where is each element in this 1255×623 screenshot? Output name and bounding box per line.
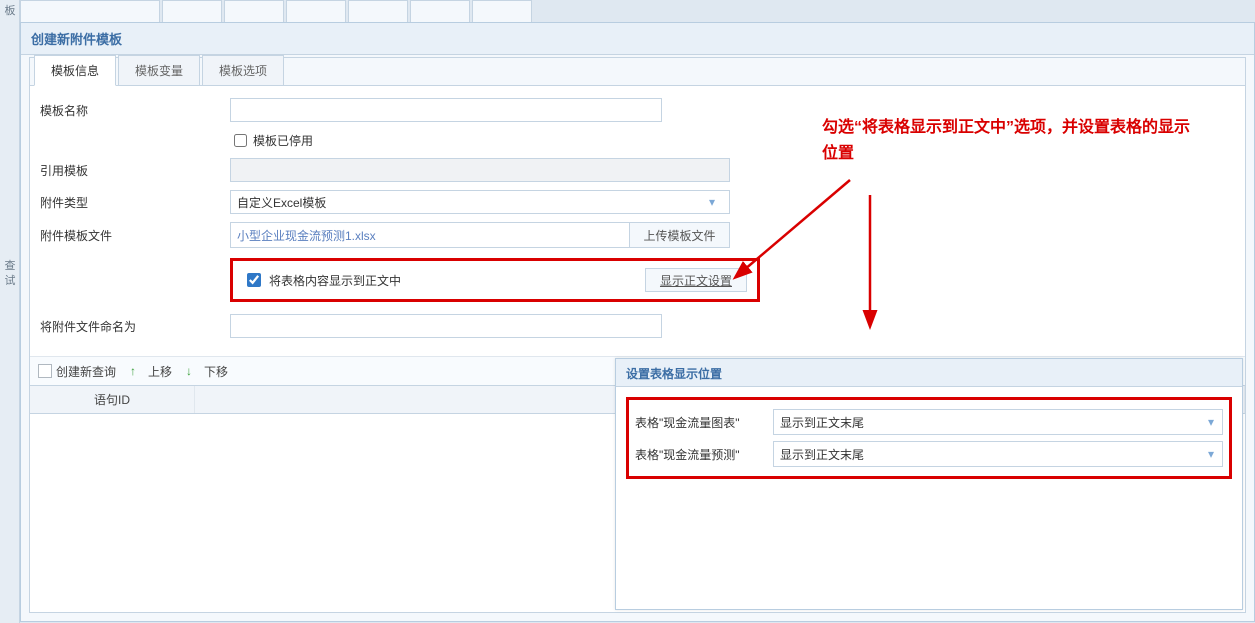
panel-title: 创建新附件模板 bbox=[21, 23, 1254, 55]
doc-icon bbox=[38, 364, 52, 378]
chevron-down-icon: ▾ bbox=[1200, 447, 1222, 461]
popup-row2-label: 表格"现金流量预测" bbox=[635, 446, 773, 463]
label-attach-file: 附件模板文件 bbox=[40, 227, 230, 244]
arrow-up-icon bbox=[130, 364, 144, 378]
show-in-body-label: 将表格内容显示到正文中 bbox=[269, 272, 401, 289]
tab-template-var[interactable]: 模板变量 bbox=[118, 55, 200, 86]
template-file-link[interactable]: 小型企业现金流预测1.xlsx bbox=[231, 223, 629, 247]
sidebar-tab-top: 板 bbox=[0, 0, 20, 23]
grid-col-stmt-id[interactable]: 语句ID bbox=[30, 386, 195, 413]
sub-tabs: 模板信息 模板变量 模板选项 bbox=[30, 58, 1245, 86]
disabled-checkbox[interactable] bbox=[234, 134, 247, 147]
label-ref-template: 引用模板 bbox=[40, 162, 230, 179]
tab-template-info[interactable]: 模板信息 bbox=[34, 55, 116, 86]
top-tab[interactable] bbox=[224, 0, 284, 22]
popup-highlight-box: 表格"现金流量图表" 显示到正文末尾 ▾ 表格"现金流量预测" 显示到正文末尾 … bbox=[626, 397, 1232, 479]
chevron-down-icon: ▾ bbox=[1200, 415, 1222, 429]
display-settings-button[interactable]: 显示正文设置 bbox=[645, 268, 747, 292]
move-down-label: 下移 bbox=[204, 363, 228, 380]
popup-row1-select[interactable]: 显示到正文末尾 ▾ bbox=[773, 409, 1223, 435]
annotation-text: 勾选“将表格显示到正文中”选项，并设置表格的显示位置 bbox=[822, 115, 1202, 166]
popup-body: 表格"现金流量图表" 显示到正文末尾 ▾ 表格"现金流量预测" 显示到正文末尾 … bbox=[616, 387, 1242, 489]
new-query-button[interactable]: 创建新查询 bbox=[38, 363, 116, 380]
move-up-button[interactable]: 上移 bbox=[130, 363, 172, 380]
tab-template-opt[interactable]: 模板选项 bbox=[202, 55, 284, 86]
top-tab[interactable] bbox=[162, 0, 222, 22]
top-tab[interactable] bbox=[286, 0, 346, 22]
ref-template-input[interactable] bbox=[230, 158, 730, 182]
popup-row1-value: 显示到正文末尾 bbox=[780, 414, 864, 431]
attach-type-select[interactable]: 自定义Excel模板 ▾ bbox=[230, 190, 730, 214]
left-sidebar-ghost: 板 查试 bbox=[0, 0, 20, 623]
label-file-name-as: 将附件文件命名为 bbox=[40, 318, 230, 335]
top-tab[interactable] bbox=[348, 0, 408, 22]
move-down-button[interactable]: 下移 bbox=[186, 363, 228, 380]
file-row: 小型企业现金流预测1.xlsx 上传模板文件 bbox=[230, 222, 730, 248]
top-tab-rack bbox=[20, 0, 534, 22]
show-in-body-checkbox[interactable] bbox=[247, 273, 261, 287]
top-tab[interactable] bbox=[410, 0, 470, 22]
label-disabled: 模板已停用 bbox=[253, 132, 313, 149]
highlight-show-in-body: 将表格内容显示到正文中 显示正文设置 bbox=[230, 258, 760, 302]
popup-row2-value: 显示到正文末尾 bbox=[780, 446, 864, 463]
attach-type-value: 自定义Excel模板 bbox=[237, 194, 326, 211]
arrow-down-icon bbox=[186, 364, 200, 378]
popup-title: 设置表格显示位置 bbox=[616, 359, 1242, 387]
new-query-label: 创建新查询 bbox=[56, 363, 116, 380]
move-up-label: 上移 bbox=[148, 363, 172, 380]
label-template-name: 模板名称 bbox=[40, 102, 230, 119]
file-name-as-input[interactable] bbox=[230, 314, 662, 338]
top-tab[interactable] bbox=[472, 0, 532, 22]
label-attach-type: 附件类型 bbox=[40, 194, 230, 211]
chevron-down-icon: ▾ bbox=[701, 195, 723, 209]
popup-table-position: 设置表格显示位置 表格"现金流量图表" 显示到正文末尾 ▾ 表格"现金流量预测"… bbox=[615, 358, 1243, 610]
top-tab[interactable] bbox=[20, 0, 160, 22]
sidebar-tab-mid: 查试 bbox=[0, 255, 20, 294]
popup-row1-label: 表格"现金流量图表" bbox=[635, 414, 773, 431]
upload-template-button[interactable]: 上传模板文件 bbox=[629, 223, 729, 247]
template-name-input[interactable] bbox=[230, 98, 662, 122]
popup-row2-select[interactable]: 显示到正文末尾 ▾ bbox=[773, 441, 1223, 467]
main-panel: 创建新附件模板 模板信息 模板变量 模板选项 模板名称 模板已停用 bbox=[20, 22, 1255, 622]
